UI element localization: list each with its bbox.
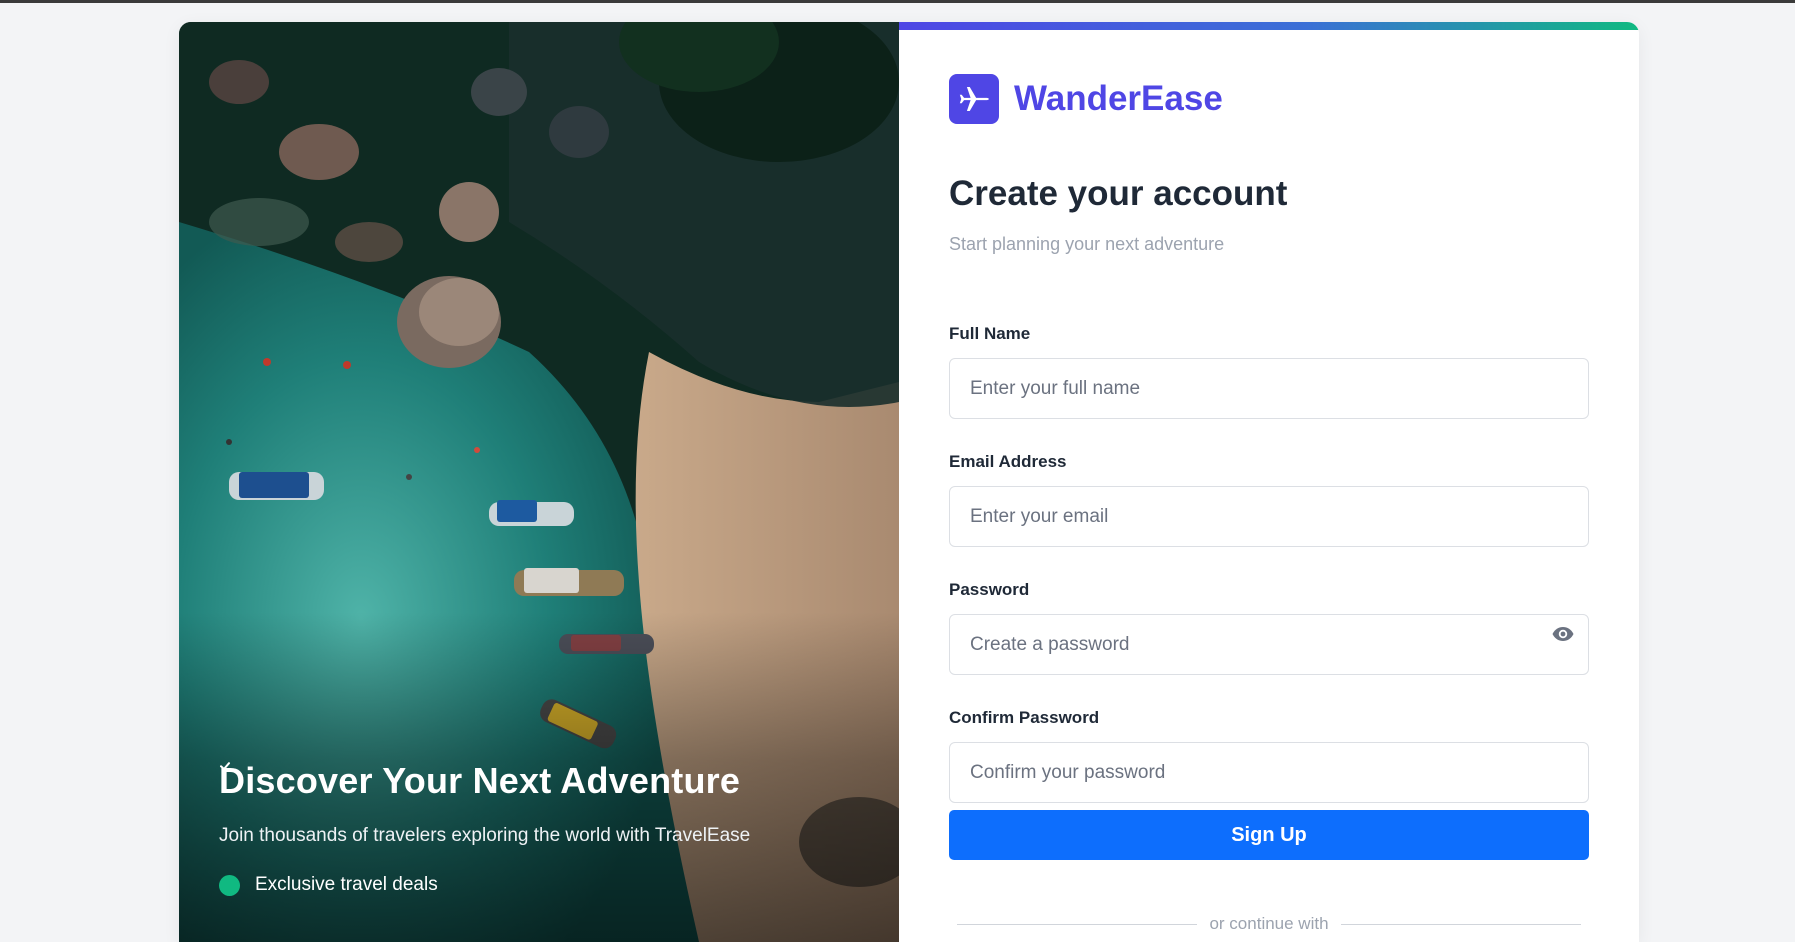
divider-line-left [957,923,1198,925]
check-circle-icon [219,762,240,896]
browser-top-edge [0,0,1795,3]
hero-feature-item: Exclusive travel deals [219,762,859,896]
signup-form-panel: WanderEase Create your account Start pla… [899,22,1639,942]
form-title: Create your account [949,174,1288,213]
signup-card: Discover Your Next Adventure Join thousa… [179,22,1639,942]
brand: WanderEase [949,74,1223,124]
eye-icon[interactable] [1551,622,1575,646]
email-input[interactable] [949,486,1589,547]
hero-subtitle: Join thousands of travelers exploring th… [219,825,751,846]
confirm-password-input[interactable] [949,742,1589,803]
hero-image-panel: Discover Your Next Adventure Join thousa… [179,22,899,942]
divider-text: or continue with [1209,914,1329,933]
accent-bar [899,22,1639,30]
email-label: Email Address [949,452,1067,471]
divider: or continue with [957,914,1582,934]
full-name-input[interactable] [949,358,1589,419]
hero-text-block: Discover Your Next Adventure Join thousa… [219,760,859,896]
airplane-icon [949,74,999,124]
password-label: Password [949,580,1030,599]
hero-title: Discover Your Next Adventure [219,760,741,801]
full-name-label: Full Name [949,324,1031,343]
password-input[interactable] [949,614,1589,675]
brand-name: WanderEase [1014,79,1223,118]
sign-up-button[interactable]: Sign Up [949,810,1589,860]
hero-feature-label: Exclusive travel deals [255,874,438,895]
divider-line-right [1340,923,1582,925]
form-subtitle: Start planning your next adventure [949,234,1225,254]
confirm-password-label: Confirm Password [949,708,1100,727]
